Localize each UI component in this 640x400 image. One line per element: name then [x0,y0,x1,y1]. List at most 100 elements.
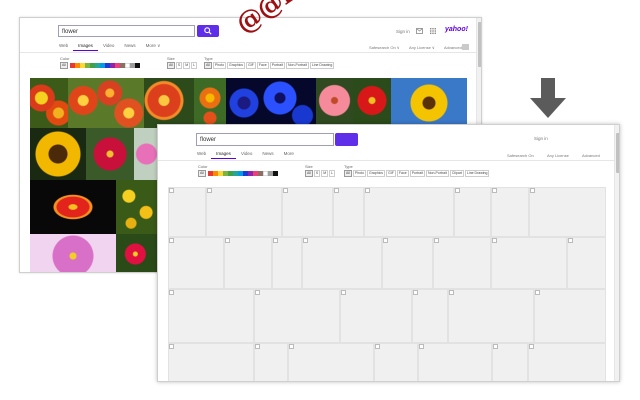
tab-images[interactable]: Images [73,42,98,51]
type-line-drawing[interactable]: Line Drawing [464,170,490,177]
safesearch-menu[interactable]: Safesearch On [507,153,534,158]
broken-image-placeholder[interactable] [168,237,224,289]
image-result[interactable] [116,180,159,234]
tab-more[interactable]: More [279,150,299,159]
broken-image-placeholder[interactable] [333,187,364,237]
image-result[interactable] [86,128,134,180]
broken-image-placeholder[interactable] [288,343,374,381]
broken-image-placeholder[interactable] [433,237,491,289]
tab-news[interactable]: News [119,42,140,51]
grid-icon[interactable] [430,28,436,34]
search-input[interactable]: flower [196,133,334,146]
broken-image-placeholder[interactable] [418,343,492,381]
type-graphics[interactable]: Graphics [227,62,246,69]
size-all[interactable]: All [305,170,313,177]
broken-image-placeholder[interactable] [340,289,412,343]
license-menu[interactable]: Any License [547,153,569,158]
broken-image-placeholder[interactable] [374,343,418,381]
tab-video[interactable]: Video [236,150,257,159]
type-all[interactable]: All [204,62,212,69]
broken-image-placeholder[interactable] [302,237,382,289]
image-result[interactable] [116,234,159,272]
broken-image-placeholder[interactable] [272,237,302,289]
broken-image-placeholder[interactable] [412,289,448,343]
image-result[interactable] [353,78,391,128]
broken-image-placeholder[interactable] [454,187,491,237]
image-result[interactable] [30,180,116,234]
type-non-portrait[interactable]: Non-Portrait [285,62,309,69]
size-l[interactable]: L [329,170,336,177]
type-portrait[interactable]: Portrait [409,170,425,177]
broken-image-placeholder[interactable] [168,343,254,381]
yahoo-logo[interactable]: yahoo! [445,26,468,33]
broken-image-placeholder[interactable] [529,187,606,237]
color-all-chip[interactable]: All [198,170,206,177]
type-face[interactable]: Face [256,62,269,69]
broken-image-placeholder[interactable] [224,237,272,289]
broken-image-placeholder[interactable] [168,187,206,237]
sliders-icon[interactable] [462,44,469,50]
image-result[interactable] [68,78,144,128]
size-m[interactable]: M [183,62,191,69]
broken-image-placeholder[interactable] [492,343,528,381]
broken-image-placeholder[interactable] [491,187,529,237]
search-input[interactable]: flower [58,25,195,37]
search-button[interactable] [197,25,219,37]
image-result[interactable] [30,78,68,128]
type-gif[interactable]: GIF [246,62,256,69]
scrollbar[interactable] [614,125,619,381]
color-all-chip[interactable]: All [60,62,68,69]
type-all[interactable]: All [344,170,352,177]
broken-image-placeholder[interactable] [448,289,534,343]
tab-video[interactable]: Video [98,42,119,51]
broken-image-placeholder[interactable] [254,343,288,381]
type-gif[interactable]: GIF [386,170,396,177]
type-portrait[interactable]: Portrait [269,62,285,69]
broken-image-placeholder[interactable] [282,187,333,237]
tab-images[interactable]: Images [211,150,236,159]
size-l[interactable]: L [191,62,198,69]
advanced-link[interactable]: Advanced [444,45,462,50]
type-non-portrait[interactable]: Non-Portrait [425,170,449,177]
scrollbar-thumb[interactable] [616,133,619,173]
type-photo[interactable]: Photo [352,170,367,177]
broken-image-placeholder[interactable] [491,237,567,289]
color-swatch[interactable] [273,171,278,176]
image-result[interactable] [194,78,226,128]
image-result[interactable] [30,128,86,180]
tab-more[interactable]: More ∨ [141,42,166,51]
color-all[interactable]: All [60,62,68,69]
size-s[interactable]: S [175,62,183,69]
image-result[interactable] [226,78,316,128]
sign-in-link[interactable]: Sign in [396,29,410,34]
type-face[interactable]: Face [396,170,409,177]
license-menu[interactable]: Any License ∨ [409,45,435,50]
image-result[interactable] [134,128,159,180]
size-s[interactable]: S [313,170,321,177]
broken-image-placeholder[interactable] [567,237,606,289]
scrollbar-thumb[interactable] [478,22,481,67]
broken-image-placeholder[interactable] [206,187,282,237]
tab-web[interactable]: Web [54,42,73,51]
advanced-link[interactable]: Advanced [582,153,600,158]
broken-image-placeholder[interactable] [528,343,606,381]
image-result[interactable] [316,78,353,128]
color-all[interactable]: All [198,170,206,177]
broken-image-placeholder[interactable] [168,289,254,343]
search-button[interactable] [335,133,358,146]
tab-web[interactable]: Web [192,150,211,159]
image-result[interactable] [30,234,116,272]
sign-in-link[interactable]: Sign in [534,136,548,141]
size-m[interactable]: M [321,170,329,177]
color-swatch[interactable] [135,63,140,68]
mail-icon[interactable] [416,28,423,34]
broken-image-placeholder[interactable] [254,289,340,343]
size-all[interactable]: All [167,62,175,69]
type-clipart[interactable]: Clipart [449,170,464,177]
type-line-drawing[interactable]: Line Drawing [309,62,335,69]
type-graphics[interactable]: Graphics [367,170,386,177]
image-result[interactable] [391,78,467,128]
broken-image-placeholder[interactable] [364,187,454,237]
tab-news[interactable]: News [257,150,278,159]
broken-image-placeholder[interactable] [382,237,433,289]
